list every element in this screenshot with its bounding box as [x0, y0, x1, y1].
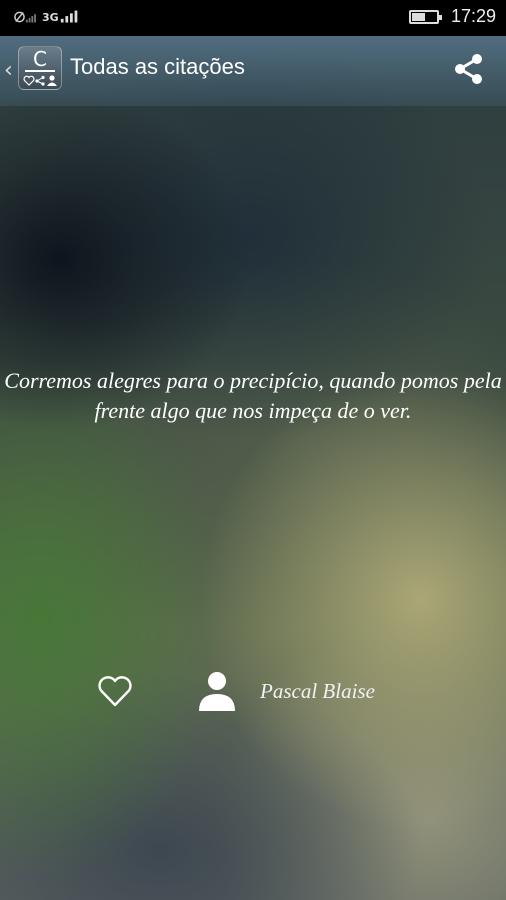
author-name[interactable]: Pascal Blaise — [260, 679, 375, 704]
logo-symbols-icon — [23, 75, 57, 86]
app-logo-letter: C — [33, 47, 47, 71]
page-title: Todas as citações — [70, 54, 245, 79]
person-icon — [199, 672, 235, 711]
clock: 17:29 — [450, 6, 496, 26]
battery-level — [411, 12, 425, 21]
app-bar: ‹ C Todas as citações — [0, 36, 506, 106]
heart-icon[interactable] — [96, 672, 134, 710]
logo-divider — [25, 70, 55, 72]
share-icon[interactable] — [452, 52, 486, 86]
status-bar: 3G 17:29 — [0, 0, 506, 36]
signal-bars-icon — [60, 10, 78, 23]
app-logo[interactable]: C — [18, 46, 62, 90]
network-type: 3G — [42, 10, 59, 24]
blurred-background — [0, 0, 506, 900]
quote-text: Corremos alegres para o precipício, quan… — [4, 368, 502, 423]
back-button[interactable]: ‹ — [4, 58, 13, 83]
no-signal-icon — [14, 11, 36, 23]
battery-icon — [408, 9, 442, 24]
